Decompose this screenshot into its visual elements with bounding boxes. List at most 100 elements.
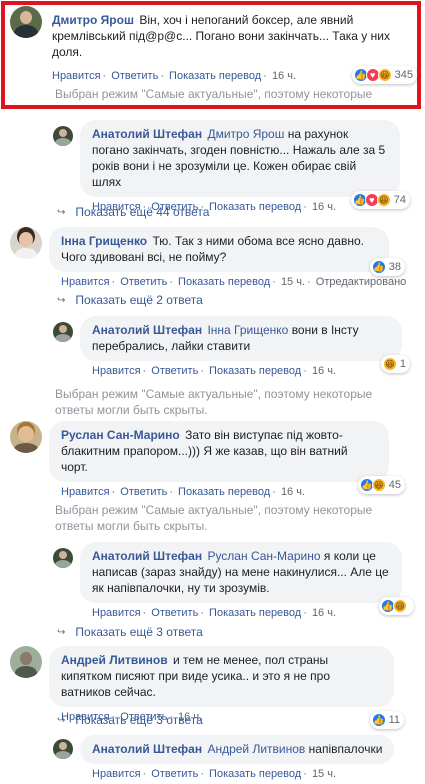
avatar[interactable] bbox=[10, 421, 42, 453]
show-more-replies[interactable]: ↪ Показать ещё 2 ответа bbox=[57, 293, 203, 307]
comment-time[interactable]: 15 ч. bbox=[281, 276, 305, 288]
mention-link[interactable]: Інна Грищенко bbox=[207, 323, 288, 337]
comment-author[interactable]: Анатолий Штефан bbox=[92, 742, 202, 756]
comment-author[interactable]: Анатолий Штефан bbox=[92, 323, 202, 337]
translate-button[interactable]: Показать перевод bbox=[209, 201, 301, 213]
translate-button[interactable]: Показать перевод bbox=[209, 365, 301, 377]
like-icon: 👍 bbox=[371, 713, 386, 727]
translate-button[interactable]: Показать перевод bbox=[178, 276, 270, 288]
comment-author[interactable]: Андрей Литвинов bbox=[61, 653, 168, 667]
reply-arrow-icon: ↪ bbox=[57, 626, 66, 638]
filter-notice: Выбран режим "Самые актуальные", поэтому… bbox=[55, 87, 373, 104]
translate-button[interactable]: Показать перевод bbox=[209, 768, 301, 780]
comment-actions: Нравится · Ответить · Показать перевод · 15… bbox=[61, 276, 407, 288]
reaction-summary[interactable]: 👍 😆 45 bbox=[357, 476, 405, 494]
reaction-count: 11 bbox=[388, 714, 400, 726]
comment-author[interactable]: Інна Грищенко bbox=[61, 234, 147, 248]
avatar[interactable] bbox=[53, 126, 73, 146]
reply-button[interactable]: Ответить bbox=[151, 365, 198, 377]
reply-comment: Анатолий Штефан Інна Грищенко вони в Інс… bbox=[53, 316, 423, 377]
filter-notice: Выбран режим "Самые актуальные", поэтому… bbox=[55, 503, 373, 533]
comment-text: напівпалочки bbox=[308, 742, 383, 756]
reply-arrow-icon: ↪ bbox=[57, 714, 66, 726]
reply-button[interactable]: Ответить bbox=[120, 276, 167, 288]
comment-time[interactable]: 16 ч. bbox=[281, 486, 305, 498]
avatar[interactable] bbox=[53, 548, 73, 568]
translate-button[interactable]: Показать перевод bbox=[169, 70, 261, 82]
comment-time[interactable]: 16 ч. bbox=[312, 607, 336, 619]
comment-time[interactable]: 16 ч. bbox=[312, 201, 336, 213]
like-icon: 👍 bbox=[371, 260, 386, 274]
reply-button[interactable]: Ответить bbox=[151, 607, 198, 619]
reaction-count: 345 bbox=[394, 69, 413, 81]
mention-link[interactable]: Андрей Литвинов bbox=[207, 742, 305, 756]
reaction-summary[interactable]: 👍 ♥ 😆 74 bbox=[350, 191, 410, 209]
comment: Дмитро Ярош Він, хоч і непоганий боксер,… bbox=[10, 6, 417, 84]
haha-icon: 😆 bbox=[377, 68, 392, 82]
reply-button[interactable]: Ответить bbox=[111, 70, 158, 82]
comment-time[interactable]: 15 ч. bbox=[312, 768, 336, 780]
like-button[interactable]: Нравится bbox=[92, 365, 141, 377]
mention-link[interactable]: Дмитро Ярош bbox=[207, 127, 284, 141]
filter-notice: Выбран режим "Самые актуальные", поэтому… bbox=[55, 387, 373, 417]
comment-bubble: Анатолий Штефан Руслан Сан-Марино я коли… bbox=[80, 542, 414, 615]
reaction-summary[interactable]: 😆 1 bbox=[380, 355, 410, 373]
like-button[interactable]: Нравится bbox=[61, 486, 110, 498]
reaction-count: 38 bbox=[388, 261, 401, 273]
haha-icon: 😆 bbox=[371, 478, 386, 492]
comment: Руслан Сан-Марино Зато він виступає під … bbox=[10, 421, 415, 498]
comment-actions: Нравится · Ответить · Показать перевод · 16… bbox=[92, 607, 337, 619]
avatar[interactable] bbox=[10, 227, 42, 259]
avatar[interactable] bbox=[10, 646, 42, 678]
comment-actions: Нравится · Ответить · Показать перевод · 16… bbox=[61, 486, 306, 498]
comment-bubble: Інна Грищенко Тю. Так з ними обома все я… bbox=[49, 227, 405, 276]
haha-icon: 😆 bbox=[376, 193, 391, 207]
reply-comment: Анатолий Штефан Руслан Сан-Марино я коли… bbox=[53, 542, 423, 619]
like-button[interactable]: Нравится bbox=[92, 607, 141, 619]
comment-actions: Нравится · Ответить · Показать перевод · 16… bbox=[92, 365, 337, 377]
reaction-summary[interactable]: 👍 ♥ 😆 345 bbox=[351, 66, 417, 84]
like-button[interactable]: Нравится bbox=[52, 70, 101, 82]
comment: Інна Грищенко Тю. Так з ними обома все я… bbox=[10, 227, 415, 288]
reply-comment: Анатолий Штефан Дмитро Ярош на рахунок п… bbox=[53, 120, 423, 213]
comment-bubble: Анатолий Штефан Інна Грищенко вони в Інс… bbox=[80, 316, 410, 373]
reaction-summary[interactable]: 👍 38 bbox=[369, 258, 405, 276]
comment-bubble: Руслан Сан-Марино Зато він виступає під … bbox=[49, 421, 405, 494]
haha-icon: 😆 bbox=[382, 357, 397, 371]
avatar[interactable] bbox=[10, 6, 42, 38]
comment: Андрей Литвинов и тем не менее, пол стра… bbox=[10, 646, 415, 729]
translate-button[interactable]: Показать перевод bbox=[209, 607, 301, 619]
reaction-count: 1 bbox=[399, 358, 406, 370]
translate-button[interactable]: Показать перевод bbox=[178, 486, 270, 498]
reply-comment: Анатолий Штефан Андрей Литвинов напівпал… bbox=[53, 735, 423, 780]
reply-arrow-icon: ↪ bbox=[57, 206, 66, 218]
reaction-summary[interactable]: 👍 😆 bbox=[379, 597, 414, 615]
comment-bubble: Анатолий Штефан Андрей Литвинов напівпал… bbox=[80, 735, 395, 764]
reaction-summary[interactable]: 👍 11 bbox=[369, 711, 404, 729]
comment-time[interactable]: 16 ч. bbox=[272, 70, 296, 82]
reply-arrow-icon: ↪ bbox=[57, 294, 66, 306]
show-more-replies[interactable]: ↪ Показать ещё 44 ответа bbox=[57, 205, 209, 219]
mention-link[interactable]: Руслан Сан-Марино bbox=[207, 549, 320, 563]
reaction-count: 74 bbox=[393, 194, 406, 206]
reaction-count: 45 bbox=[388, 479, 401, 491]
comment-author[interactable]: Дмитро Ярош bbox=[52, 13, 134, 27]
comment-bubble: Дмитро Ярош Він, хоч і непоганий боксер,… bbox=[49, 6, 417, 84]
comment-time[interactable]: 16 ч. bbox=[312, 365, 336, 377]
comment-author[interactable]: Анатолий Штефан bbox=[92, 127, 202, 141]
comment-bubble: Анатолий Штефан Дмитро Ярош на рахунок п… bbox=[80, 120, 410, 209]
comment-author[interactable]: Руслан Сан-Марино bbox=[61, 428, 180, 442]
edited-label[interactable]: Отредактировано bbox=[316, 276, 407, 288]
comment-actions: Нравится · Ответить · Показать перевод · 15… bbox=[92, 768, 337, 780]
reply-button[interactable]: Ответить bbox=[151, 768, 198, 780]
comment-bubble: Андрей Литвинов и тем не менее, пол стра… bbox=[49, 646, 404, 729]
avatar[interactable] bbox=[53, 739, 73, 759]
avatar[interactable] bbox=[53, 322, 73, 342]
show-more-replies[interactable]: ↪ Показать ещё 3 ответа bbox=[57, 625, 203, 639]
like-button[interactable]: Нравится bbox=[61, 276, 110, 288]
haha-icon: 😆 bbox=[393, 599, 407, 613]
reply-button[interactable]: Ответить bbox=[120, 486, 167, 498]
comment-author[interactable]: Анатолий Штефан bbox=[92, 549, 202, 563]
like-button[interactable]: Нравится bbox=[92, 768, 141, 780]
show-more-replies[interactable]: ↪ Показать ещё 3 ответа bbox=[57, 713, 203, 727]
